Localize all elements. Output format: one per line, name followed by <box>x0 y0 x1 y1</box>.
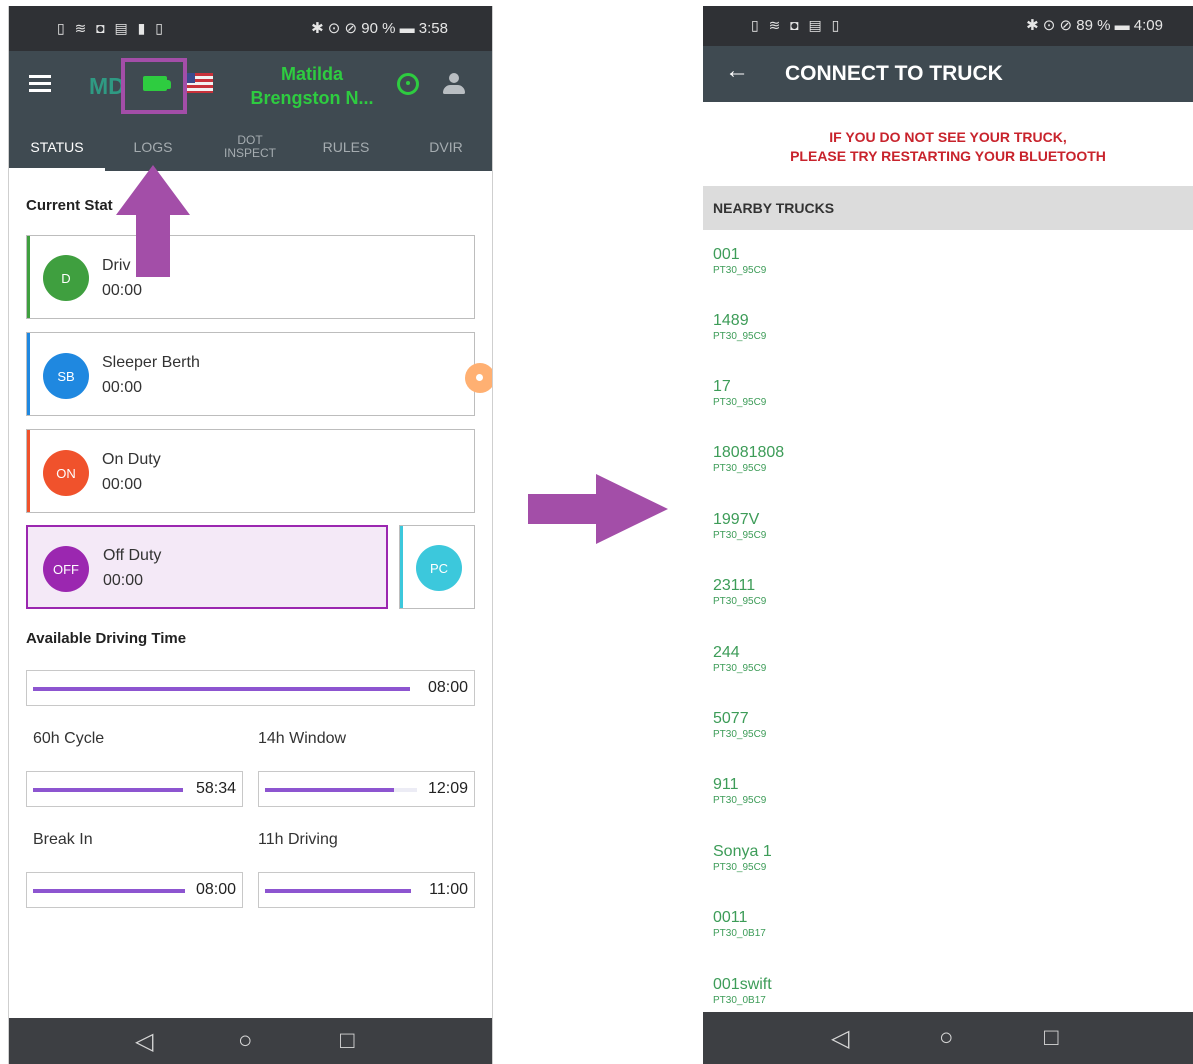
truck-item[interactable]: 1997V PT30_95C9 <box>713 511 766 543</box>
tab-rules[interactable]: RULES <box>301 123 391 171</box>
floating-action-icon[interactable] <box>465 363 492 393</box>
break-fill <box>33 889 185 893</box>
driving-badge: D <box>43 255 89 301</box>
driving-progress: 11:00 <box>258 872 475 908</box>
truck-item[interactable]: Sonya 1 PT30_95C9 <box>713 843 772 875</box>
nearby-trucks-header: NEARBY TRUCKS <box>703 186 1193 230</box>
window-fill <box>265 788 395 792</box>
truck-icon[interactable] <box>143 76 171 91</box>
current-status-title: Current Stat <box>26 197 113 214</box>
available-driving-progress: 08:00 <box>26 670 475 706</box>
system-status-bar: ▯ ≋ ◘ ▤ ▮ ▯ ✱ ⊙ ⊘ 90 % ▬ 3:58 <box>9 6 492 51</box>
driver-name[interactable]: Matilda Brengston N... <box>237 62 387 110</box>
status-card-personal-conveyance[interactable]: PC <box>399 525 475 609</box>
status-card-off-duty[interactable]: OFF Off Duty 00:00 <box>26 525 388 609</box>
back-arrow-icon[interactable]: ← <box>725 57 749 85</box>
off-duty-badge: OFF <box>43 546 89 592</box>
status-screen: ▯ ≋ ◘ ▤ ▮ ▯ ✱ ⊙ ⊘ 90 % ▬ 3:58 MD Matilda… <box>8 6 493 1064</box>
truck-item[interactable]: 18081808 PT30_95C9 <box>713 444 784 476</box>
status-card-driving[interactable]: D Driv 00:00 <box>26 235 475 319</box>
page-title: CONNECT TO TRUCK <box>785 62 1003 85</box>
status-icons: ▯ ≋ ◘ ▤ ▯ <box>751 17 843 33</box>
nav-home-icon[interactable]: ○ <box>238 1027 253 1055</box>
personal-conveyance-badge: PC <box>416 545 462 591</box>
android-nav-bar: ◁ ○ □ <box>703 1012 1193 1064</box>
nav-back-icon[interactable]: ◁ <box>135 1027 153 1056</box>
android-nav-bar: ◁ ○ □ <box>9 1018 492 1064</box>
truck-item[interactable]: 17 PT30_95C9 <box>713 378 766 410</box>
break-label: Break In <box>33 831 93 848</box>
menu-icon[interactable] <box>29 75 51 92</box>
nav-recent-icon[interactable]: □ <box>340 1027 355 1055</box>
annotation-arrow-up-icon <box>116 165 190 277</box>
status-icons: ▯ ≋ ◘ ▤ ▮ ▯ <box>57 20 166 36</box>
available-fill <box>33 687 410 691</box>
truck-item[interactable]: 911 PT30_95C9 <box>713 776 766 808</box>
available-driving-time-title: Available Driving Time <box>26 630 187 647</box>
status-right: ✱ ⊙ ⊘ 89 % ▬ 4:09 <box>1026 17 1163 34</box>
window-label: 14h Window <box>258 730 347 747</box>
annotation-arrow-right-icon <box>528 474 668 544</box>
steering-wheel-icon[interactable] <box>397 73 419 95</box>
us-flag-icon[interactable] <box>183 73 213 93</box>
nav-recent-icon[interactable]: □ <box>1044 1024 1059 1052</box>
sleeper-berth-badge: SB <box>43 353 89 399</box>
bluetooth-warning: IF YOU DO NOT SEE YOUR TRUCK, PLEASE TRY… <box>790 129 1106 164</box>
tab-dot-inspect[interactable]: DOT INSPECT <box>205 123 295 171</box>
break-progress: 08:00 <box>26 872 243 908</box>
main-tabs: STATUS LOGS DOT INSPECT RULES DVIR <box>9 123 492 171</box>
cycle-label: 60h Cycle <box>33 730 105 747</box>
nav-back-icon[interactable]: ◁ <box>831 1024 849 1053</box>
driving-label: 11h Driving <box>258 831 338 848</box>
tab-dvir[interactable]: DVIR <box>401 123 491 171</box>
truck-item[interactable]: 001swift PT30_0B17 <box>713 976 772 1008</box>
app-bar: MD Matilda Brengston N... <box>9 51 492 123</box>
truck-item[interactable]: 1489 PT30_95C9 <box>713 312 766 344</box>
driving-fill <box>265 889 411 893</box>
window-progress: 12:09 <box>258 771 475 807</box>
truck-item[interactable]: 001 PT30_95C9 <box>713 246 766 278</box>
tab-logs[interactable]: LOGS <box>109 123 197 171</box>
truck-item[interactable]: 0011 PT30_0B17 <box>713 909 766 941</box>
app-bar: ← CONNECT TO TRUCK <box>703 46 1193 102</box>
truck-item[interactable]: 23111 PT30_95C9 <box>713 577 766 609</box>
tab-status[interactable]: STATUS <box>9 123 105 171</box>
cycle-progress: 58:34 <box>26 771 243 807</box>
nav-home-icon[interactable]: ○ <box>939 1024 954 1052</box>
connect-to-truck-screen: ▯ ≋ ◘ ▤ ▯ ✱ ⊙ ⊘ 89 % ▬ 4:09 ← CONNECT TO… <box>703 6 1193 1064</box>
app-logo: MD <box>89 73 125 99</box>
status-card-on-duty[interactable]: ON On Duty 00:00 <box>26 429 475 513</box>
truck-item[interactable]: 5077 PT30_95C9 <box>713 710 766 742</box>
truck-connect-highlight[interactable] <box>121 58 187 114</box>
co-driver-icon[interactable] <box>441 71 467 97</box>
on-duty-badge: ON <box>43 450 89 496</box>
cycle-fill <box>33 788 183 792</box>
system-status-bar: ▯ ≋ ◘ ▤ ▯ ✱ ⊙ ⊘ 89 % ▬ 4:09 <box>703 6 1193 46</box>
status-right: ✱ ⊙ ⊘ 90 % ▬ 3:58 <box>311 20 448 37</box>
truck-item[interactable]: 244 PT30_95C9 <box>713 644 766 676</box>
status-card-sleeper-berth[interactable]: SB Sleeper Berth 00:00 <box>26 332 475 416</box>
